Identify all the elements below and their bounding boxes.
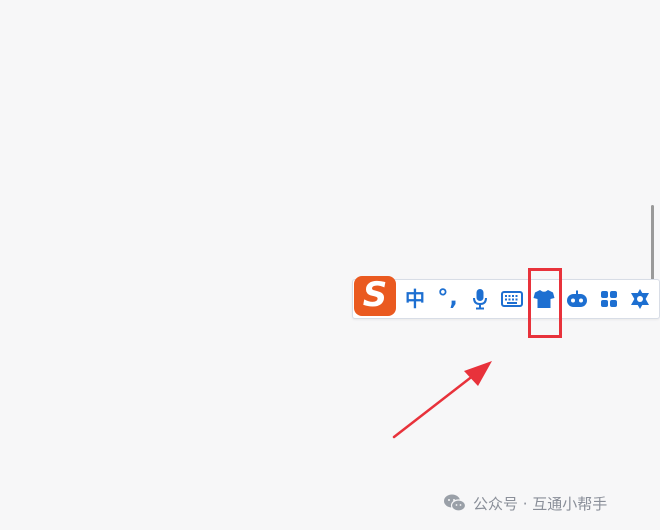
watermark: 公众号 · 互通小帮手: [443, 491, 607, 515]
annotation-arrow-icon: [392, 361, 492, 439]
watermark-text: 公众号 · 互通小帮手: [473, 494, 608, 513]
wechat-icon: [443, 493, 467, 513]
